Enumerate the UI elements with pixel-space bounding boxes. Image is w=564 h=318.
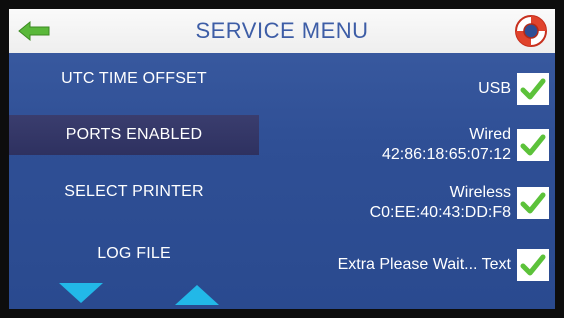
option-label-wireless: Wireless C0:EE:40:43:DD:F8 xyxy=(369,184,511,221)
scroll-up-button[interactable] xyxy=(173,283,221,307)
checkmark-icon xyxy=(520,192,546,214)
triangle-down-icon xyxy=(59,283,103,303)
usb-checkbox[interactable] xyxy=(517,73,549,105)
extra-please-wait-checkbox[interactable] xyxy=(517,249,549,281)
option-extra-please-wait[interactable]: Extra Please Wait... Text xyxy=(338,241,549,289)
wired-checkbox[interactable] xyxy=(517,129,549,161)
checkmark-icon xyxy=(520,134,546,156)
option-label-usb: USB xyxy=(478,80,511,97)
option-wired[interactable]: Wired 42:86:18:65:07:12 xyxy=(382,121,549,169)
triangle-up-icon xyxy=(175,285,219,305)
option-label-wired: Wired 42:86:18:65:07:12 xyxy=(381,126,511,163)
help-button[interactable] xyxy=(513,13,549,49)
option-usb[interactable]: USB xyxy=(478,65,549,113)
menu-item-ports-enabled[interactable]: PORTS ENABLED xyxy=(9,115,259,155)
checkmark-icon xyxy=(520,254,546,276)
life-ring-icon xyxy=(515,15,547,47)
wireless-checkbox[interactable] xyxy=(517,187,549,219)
menu-item-utc-time-offset[interactable]: UTC TIME OFFSET xyxy=(9,59,259,99)
menu-item-log-file[interactable]: LOG FILE xyxy=(9,234,259,274)
checkmark-icon xyxy=(520,78,546,100)
touch-screen: SERVICE MENU UTC TIME OFFSET PORTS ENABL… xyxy=(9,9,555,309)
option-wireless[interactable]: Wireless C0:EE:40:43:DD:F8 xyxy=(370,179,549,227)
wired-mac-address: 42:86:18:65:07:12 xyxy=(381,146,511,163)
scroll-down-button[interactable] xyxy=(57,281,105,305)
header-bar: SERVICE MENU xyxy=(9,9,555,53)
menu-item-select-printer[interactable]: SELECT PRINTER xyxy=(9,172,259,212)
page-title: SERVICE MENU xyxy=(195,18,369,43)
option-label-extra-please-wait: Extra Please Wait... Text xyxy=(337,256,511,273)
wireless-mac-address: C0:EE:40:43:DD:F8 xyxy=(369,204,511,221)
